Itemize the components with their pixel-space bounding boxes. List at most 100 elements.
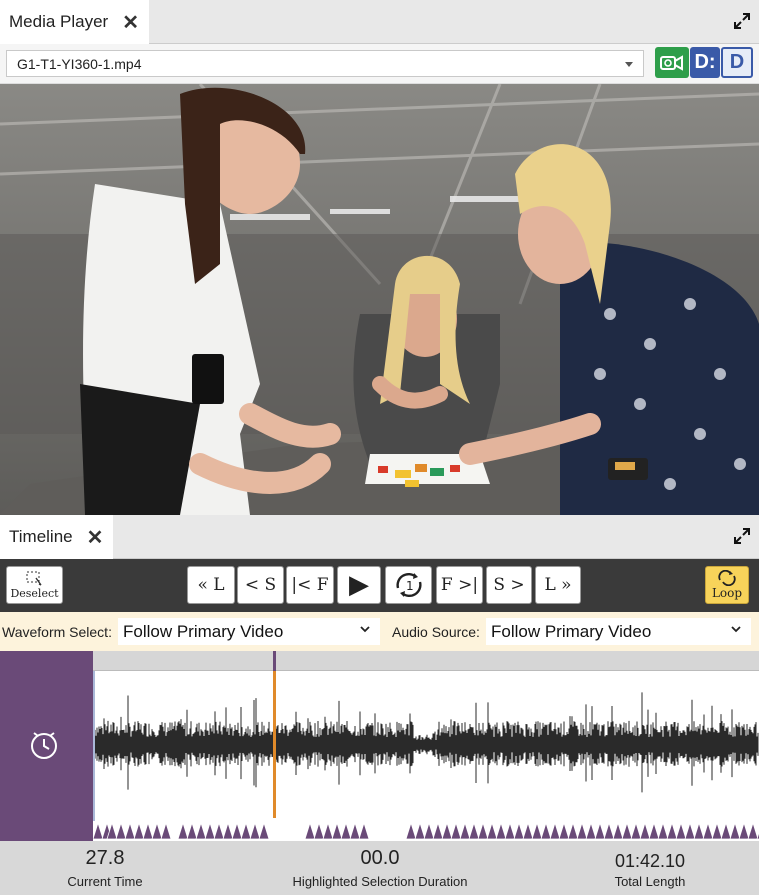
annotation-marker[interactable] — [549, 821, 561, 840]
annotation-marker[interactable] — [747, 821, 759, 840]
annotation-marker[interactable] — [213, 821, 225, 840]
annotation-marker[interactable] — [693, 821, 705, 840]
annotation-marker[interactable] — [720, 821, 732, 840]
play-button[interactable]: ▶ — [337, 566, 381, 604]
annotation-marker[interactable] — [258, 821, 270, 840]
annotation-marker[interactable] — [340, 821, 352, 840]
maximize-icon[interactable] — [733, 12, 751, 30]
video-frame[interactable] — [0, 84, 759, 515]
file-select-value: G1-T1-YI360-1.mp4 — [17, 56, 142, 72]
annotation-marker[interactable] — [684, 821, 696, 840]
annotation-markers — [93, 821, 759, 840]
current-time-value: 27.8 — [85, 847, 125, 869]
annotation-marker[interactable] — [558, 821, 570, 840]
selection-start-marker — [93, 671, 95, 821]
annotation-marker[interactable] — [540, 821, 552, 840]
annotation-marker[interactable] — [513, 821, 525, 840]
playhead-handle[interactable] — [273, 651, 276, 671]
annotation-marker[interactable] — [204, 821, 216, 840]
annotation-marker[interactable] — [585, 821, 597, 840]
annotation-marker[interactable] — [304, 821, 316, 840]
annotation-marker[interactable] — [495, 821, 507, 840]
loop-one-button[interactable]: 1 — [385, 566, 432, 604]
annotation-marker[interactable] — [142, 821, 154, 840]
annotation-marker[interactable] — [432, 821, 444, 840]
back-f-button[interactable]: |< F — [286, 566, 334, 604]
loop-button[interactable]: Loop — [705, 566, 749, 604]
annotation-marker[interactable] — [729, 821, 741, 840]
annotation-marker[interactable] — [231, 821, 243, 840]
annotation-marker[interactable] — [450, 821, 462, 840]
waveform-select[interactable]: Follow Primary Video — [118, 618, 380, 645]
annotation-marker[interactable] — [322, 821, 334, 840]
d-button-2-label: D — [729, 51, 745, 73]
annotation-marker[interactable] — [186, 821, 198, 840]
annotation-marker[interactable] — [222, 821, 234, 840]
annotation-marker[interactable] — [531, 821, 543, 840]
deselect-icon — [26, 571, 42, 586]
follow-video-button[interactable] — [655, 47, 689, 78]
forward-s-button[interactable]: S > — [486, 566, 532, 604]
annotation-marker[interactable] — [414, 821, 426, 840]
annotation-marker[interactable] — [423, 821, 435, 840]
annotation-marker[interactable] — [240, 821, 252, 840]
file-select[interactable]: G1-T1-YI360-1.mp4 — [6, 50, 644, 77]
annotation-marker[interactable] — [504, 821, 516, 840]
annotation-marker[interactable] — [124, 821, 136, 840]
annotation-marker[interactable] — [441, 821, 453, 840]
forward-l-button[interactable]: L » — [535, 566, 581, 604]
annotation-marker[interactable] — [630, 821, 642, 840]
annotation-marker[interactable] — [331, 821, 343, 840]
close-icon[interactable]: ✕ — [122, 10, 139, 35]
annotation-marker[interactable] — [594, 821, 606, 840]
annotation-marker[interactable] — [612, 821, 624, 840]
annotation-marker[interactable] — [477, 821, 489, 840]
close-icon[interactable]: ✕ — [87, 525, 104, 550]
annotation-marker[interactable] — [675, 821, 687, 840]
waveform-select-value: Follow Primary Video — [123, 622, 284, 641]
deselect-button[interactable]: Deselect — [6, 566, 63, 604]
annotation-marker[interactable] — [468, 821, 480, 840]
annotation-marker[interactable] — [249, 821, 261, 840]
annotation-marker[interactable] — [313, 821, 325, 840]
annotation-marker[interactable] — [576, 821, 588, 840]
annotation-marker[interactable] — [151, 821, 163, 840]
annotation-marker[interactable] — [657, 821, 669, 840]
annotation-marker[interactable] — [621, 821, 633, 840]
annotation-marker[interactable] — [160, 821, 172, 840]
annotation-marker[interactable] — [349, 821, 361, 840]
d-button-2[interactable]: D — [721, 47, 753, 78]
waveform-area[interactable] — [0, 651, 759, 841]
back-l-label: « L — [197, 575, 225, 595]
current-time: 27.8 Current Time — [55, 847, 155, 889]
annotation-marker[interactable] — [522, 821, 534, 840]
video-scene — [0, 84, 759, 515]
annotation-marker[interactable] — [639, 821, 651, 840]
annotation-marker[interactable] — [666, 821, 678, 840]
playhead[interactable] — [273, 651, 276, 818]
annotation-marker[interactable] — [738, 821, 750, 840]
tab-media-player[interactable]: Media Player ✕ — [0, 0, 149, 44]
annotation-marker[interactable] — [195, 821, 207, 840]
annotation-marker[interactable] — [567, 821, 579, 840]
annotation-marker[interactable] — [133, 821, 145, 840]
timeline-ruler[interactable] — [93, 651, 759, 671]
annotation-marker[interactable] — [648, 821, 660, 840]
tab-timeline[interactable]: Timeline ✕ — [0, 515, 114, 559]
annotation-marker[interactable] — [358, 821, 370, 840]
annotation-marker[interactable] — [702, 821, 714, 840]
d-button-1[interactable]: D: — [690, 47, 720, 78]
annotation-marker[interactable] — [486, 821, 498, 840]
maximize-icon[interactable] — [733, 527, 751, 545]
annotation-marker[interactable] — [115, 821, 127, 840]
annotation-marker[interactable] — [93, 821, 104, 840]
annotation-marker[interactable] — [177, 821, 189, 840]
back-l-button[interactable]: « L — [187, 566, 235, 604]
audio-source-select[interactable]: Follow Primary Video — [486, 618, 751, 645]
forward-f-button[interactable]: F >| — [436, 566, 483, 604]
annotation-marker[interactable] — [405, 821, 417, 840]
annotation-marker[interactable] — [711, 821, 723, 840]
back-s-button[interactable]: < S — [237, 566, 284, 604]
annotation-marker[interactable] — [603, 821, 615, 840]
annotation-marker[interactable] — [459, 821, 471, 840]
